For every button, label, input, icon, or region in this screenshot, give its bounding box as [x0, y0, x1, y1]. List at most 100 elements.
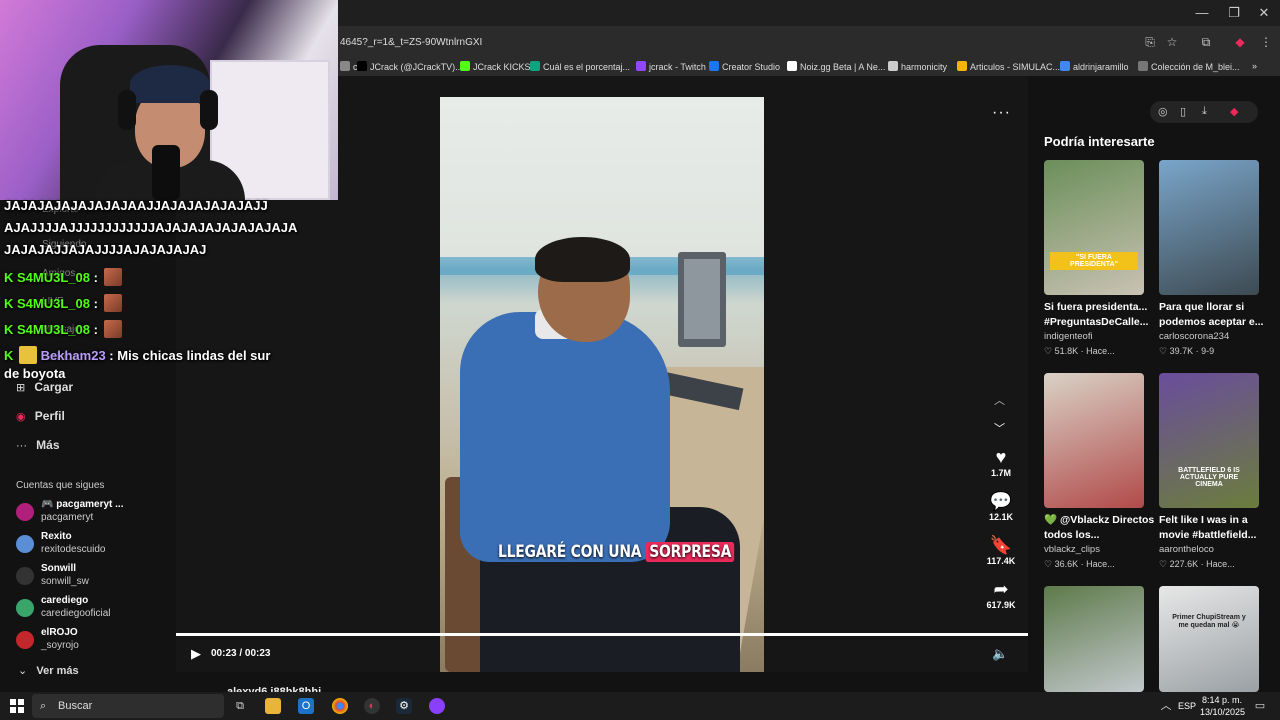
chat-message-line: AJAJJJJAJJJJJJJJJJJJAJAJAJAJAJAJAJAJA: [4, 220, 298, 235]
see-more-button[interactable]: ⌄ Ver más: [18, 664, 79, 677]
bookmark-favicon-icon: [1060, 61, 1070, 71]
language-indicator[interactable]: ESP: [1178, 701, 1196, 711]
video-caption-highlight: SORPRESA: [645, 542, 735, 562]
video-scene-monitor-screen: [684, 259, 720, 339]
avatar: [16, 503, 34, 521]
nav-upload[interactable]: ⊞ Cargar: [16, 380, 73, 394]
play-icon[interactable]: ▶: [191, 646, 207, 662]
thumbnail-text: "SI FUERA PRESIDENTA": [1050, 252, 1138, 270]
emote-icon: [19, 346, 38, 364]
messenger-icon[interactable]: [429, 698, 445, 714]
bookmark-item[interactable]: Colección de M_blei...: [1138, 61, 1240, 72]
avatar: [16, 567, 34, 585]
maximize-button[interactable]: ❐: [1224, 4, 1244, 22]
card-stats: ♡ 36.6K · Hace...: [1044, 559, 1115, 569]
file-explorer-icon[interactable]: [265, 698, 281, 714]
task-view-icon[interactable]: ⧉: [232, 698, 248, 714]
download-icon[interactable]: ⤓: [1202, 105, 1207, 118]
video-progress-bar[interactable]: [176, 633, 1028, 636]
bookmark-icon: 🔖: [989, 535, 1013, 555]
taskbar-search[interactable]: ⌕ Buscar: [32, 694, 224, 718]
avatar: [16, 599, 34, 617]
video-thumbnail[interactable]: BATTLEFIELD 6 IS ACTUALLY PURE CINEMA: [1159, 373, 1259, 508]
browser-menu-icon[interactable]: ⋮: [1258, 34, 1274, 50]
following-account[interactable]: 🎮 pacgameryt ... pacgameryt: [16, 499, 176, 529]
windows-start-icon[interactable]: [10, 699, 24, 713]
video-thumbnail[interactable]: "SI FUERA PRESIDENTA": [1044, 160, 1144, 295]
following-account[interactable]: carediego carediegooficial: [16, 595, 176, 625]
following-account[interactable]: elROJO _soyrojo: [16, 627, 176, 657]
bookmark-item[interactable]: JCrack (@JCrackTV)...: [357, 61, 463, 72]
bookmark-label: Articulos - SIMULAC...: [970, 62, 1061, 72]
bookmark-item[interactable]: JCrack KICKS: [460, 61, 531, 72]
bookmark-item[interactable]: Cuál es el porcentaj...: [530, 61, 630, 72]
bookmark-label: aldrinjaramillo: [1073, 62, 1129, 72]
kick-badge-icon: K: [4, 296, 14, 311]
notifications-icon[interactable]: ▭: [1252, 698, 1268, 714]
tray-chevron-icon[interactable]: ︿: [1158, 698, 1174, 714]
kick-badge-icon: K: [4, 322, 14, 337]
comment-button[interactable]: 💬 12.1K: [985, 490, 1017, 522]
webcam-microphone: [152, 145, 180, 200]
app-logo-icon[interactable]: ◆: [1230, 105, 1238, 118]
bookmark-item[interactable]: Noiz.gg Beta | A Ne...: [787, 61, 885, 72]
extensions-icon[interactable]: ⧉: [1198, 34, 1214, 50]
bookmark-label: Noiz.gg Beta | A Ne...: [800, 62, 886, 72]
minimize-button[interactable]: —: [1192, 4, 1212, 22]
card-author[interactable]: carloscorona234: [1159, 331, 1229, 342]
card-author[interactable]: aarontheloco: [1159, 544, 1214, 555]
nav-more[interactable]: ··· Más: [16, 438, 60, 452]
card-stats: ♡ 51.8K · Hace...: [1044, 346, 1115, 356]
bookmark-label: JCrack (@JCrackTV)...: [370, 62, 463, 72]
taskbar-clock[interactable]: 8:14 p. m. 13/10/2025: [1200, 694, 1245, 718]
video-thumbnail[interactable]: [1159, 160, 1259, 295]
video-caption: LLEGARÉ CON UNA SORPRESA: [498, 542, 735, 562]
video-scene-sweater: [460, 312, 670, 562]
bookmark-item[interactable]: Articulos - SIMULAC...: [957, 61, 1060, 72]
bookmarks-overflow-icon[interactable]: »: [1252, 61, 1257, 71]
share-button[interactable]: ➦ 617.9K: [985, 578, 1017, 610]
app-icon[interactable]: ◐: [364, 698, 380, 714]
card-author[interactable]: vblackz_clips: [1044, 544, 1100, 555]
video-frame[interactable]: LLEGARÉ CON UNA SORPRESA: [440, 97, 764, 672]
bookmark-favicon-icon: [340, 61, 350, 71]
close-button[interactable]: ✕: [1254, 4, 1274, 22]
more-icon: ···: [16, 440, 27, 452]
kick-badge-icon: K: [4, 270, 14, 285]
following-account[interactable]: Sonwill sonwill_sw: [16, 563, 176, 593]
card-stats: ♡ 227.6K · Hace...: [1159, 559, 1235, 569]
speed-icon[interactable]: ◎: [1158, 105, 1168, 118]
card-author[interactable]: indigenteofi: [1044, 331, 1093, 342]
nav-profile[interactable]: ◉ Perfil: [16, 409, 65, 423]
following-account[interactable]: Rexito rexitodescuido: [16, 531, 176, 561]
windows-taskbar: ⌕ Buscar ⧉ O ◐ ⚙ ︿ ESP 8:14 p. m. 13/10/20…: [0, 692, 1280, 720]
outlook-icon[interactable]: O: [298, 698, 314, 714]
like-button[interactable]: ♥ 1.7M: [985, 446, 1017, 478]
streamer-webcam-overlay: [0, 0, 338, 200]
next-video-icon[interactable]: ﹀: [994, 420, 1005, 436]
chrome-icon[interactable]: [332, 698, 348, 714]
volume-icon[interactable]: 🔈: [992, 646, 1008, 662]
bookmark-favicon-icon: [709, 61, 719, 71]
video-thumbnail[interactable]: Primer ChupiStream y me quedan mal 😭: [1159, 586, 1259, 692]
bookmark-item[interactable]: aldrinjaramillo: [1060, 61, 1129, 72]
bookmark-item[interactable]: jcrack - Twitch: [636, 61, 706, 72]
recommendations-title: Podría interesarte: [1044, 134, 1155, 149]
save-button[interactable]: 🔖 117.4K: [985, 534, 1017, 566]
url-field[interactable]: 4645?_r=1&_t=ZS-90WtnlrnGXI: [340, 37, 482, 48]
bookmark-item[interactable]: Creator Studio: [709, 61, 780, 72]
emote-icon: [103, 268, 122, 286]
steam-icon[interactable]: ⚙: [396, 698, 412, 714]
save-count: 117.4K: [986, 556, 1016, 566]
previous-video-icon[interactable]: ︿: [994, 392, 1005, 408]
bookmark-star-icon[interactable]: ☆: [1164, 34, 1180, 50]
chat-message: K S4MU3L_08 :: [4, 320, 122, 338]
bookmark-item[interactable]: harmonicity: [888, 61, 947, 72]
phone-icon[interactable]: ▯: [1180, 105, 1186, 118]
video-thumbnail[interactable]: [1044, 373, 1144, 508]
card-caption: 💚 @Vblackz Directos todos los...: [1044, 514, 1155, 541]
more-options-icon[interactable]: ···: [992, 104, 1011, 122]
cast-icon[interactable]: ⎘: [1142, 34, 1158, 50]
video-thumbnail[interactable]: [1044, 586, 1144, 692]
profile-extension-icon[interactable]: ◆: [1232, 34, 1248, 50]
